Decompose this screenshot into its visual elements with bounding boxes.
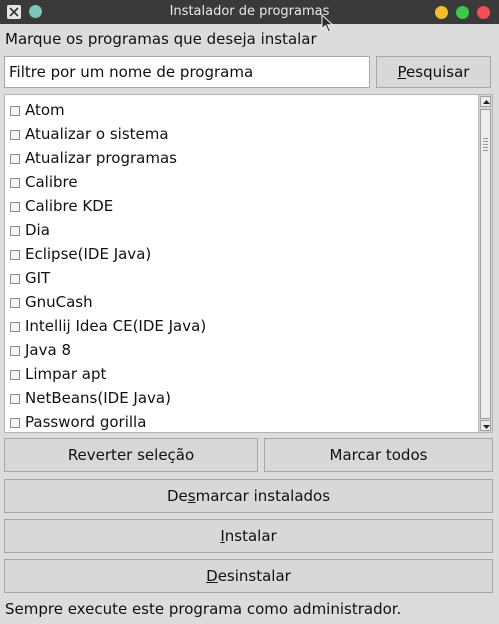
install-button[interactable]: Instalar [4, 519, 493, 553]
close-button[interactable] [477, 6, 490, 19]
program-checkbox[interactable] [10, 202, 20, 212]
program-label: Atualizar o sistema [25, 125, 169, 143]
minimize-button[interactable] [435, 6, 448, 19]
search-button-accel: P [397, 63, 407, 81]
revert-selection-button[interactable]: Reverter seleção [4, 438, 258, 472]
mark-all-button[interactable]: Marcar todos [264, 438, 493, 472]
program-list-item[interactable]: Intellij Idea CE(IDE Java) [5, 314, 477, 338]
program-list-item[interactable]: Calibre [5, 170, 477, 194]
program-label: Eclipse(IDE Java) [25, 245, 152, 263]
uninstall-button-accel: D [206, 567, 218, 585]
program-list-item[interactable]: Calibre KDE [5, 194, 477, 218]
programs-list[interactable]: Atom Atualizar o sistema Atualizar program… [4, 94, 493, 433]
uninstall-button-rest: esinstalar [217, 567, 291, 585]
scroll-grip-line [483, 144, 488, 145]
unmark-button-rest: marcar instalados [195, 487, 331, 505]
scroll-grip-line [483, 138, 488, 139]
program-label: NetBeans(IDE Java) [25, 389, 171, 407]
programs-list-items: Atom Atualizar o sistema Atualizar program… [5, 98, 477, 432]
program-list-item[interactable]: Limpar apt [5, 362, 477, 386]
program-checkbox[interactable] [10, 154, 20, 164]
program-checkbox[interactable] [10, 322, 20, 332]
scroll-thumb[interactable] [480, 109, 491, 419]
program-list-item[interactable]: Java 8 [5, 338, 477, 362]
program-label: Limpar apt [25, 365, 107, 383]
scroll-grip-line [483, 141, 488, 142]
install-button-rest: nstalar [224, 527, 277, 545]
program-list-item[interactable]: Atom [5, 98, 477, 122]
program-list-item[interactable]: NetBeans(IDE Java) [5, 386, 477, 410]
program-list-item[interactable]: Eclipse(IDE Java) [5, 242, 477, 266]
program-checkbox[interactable] [10, 250, 20, 260]
program-list-item[interactable]: Atualizar programas [5, 146, 477, 170]
program-label: Intellij Idea CE(IDE Java) [25, 317, 207, 335]
program-label: Dia [25, 221, 50, 239]
scroll-grip-line [483, 147, 488, 148]
program-list-item[interactable]: GnuCash [5, 290, 477, 314]
window-title: Instalador de programas [169, 4, 330, 19]
uninstall-button[interactable]: Desinstalar [4, 559, 493, 593]
program-checkbox[interactable] [10, 226, 20, 236]
unmark-installed-button[interactable]: Desmarcar instalados [4, 479, 493, 513]
program-label: GIT [25, 269, 51, 287]
program-label: Password gorilla [25, 413, 147, 431]
scroll-down-arrow-icon[interactable] [480, 420, 491, 431]
program-checkbox[interactable] [10, 274, 20, 284]
program-checkbox[interactable] [10, 106, 20, 116]
program-list-item[interactable]: Password gorilla [5, 410, 477, 432]
program-label: GnuCash [25, 293, 93, 311]
program-label: Atom [25, 101, 65, 119]
instructions-label: Marque os programas que deseja instalar [5, 30, 317, 48]
program-list-item[interactable]: GIT [5, 266, 477, 290]
scroll-up-arrow-icon[interactable] [480, 96, 491, 107]
unmark-button-accel: s [187, 487, 196, 505]
program-label: Calibre [25, 173, 78, 191]
program-label: Java 8 [25, 341, 71, 359]
program-list-item[interactable]: Atualizar o sistema [5, 122, 477, 146]
title-bar[interactable]: Instalador de programas [0, 0, 499, 24]
program-list-item[interactable]: Dia [5, 218, 477, 242]
program-checkbox[interactable] [10, 418, 20, 428]
program-checkbox[interactable] [10, 130, 20, 140]
maximize-button[interactable] [456, 6, 469, 19]
scroll-grip-line [483, 150, 488, 151]
unmark-button-prefix: De [166, 487, 188, 505]
program-checkbox[interactable] [10, 370, 20, 380]
program-checkbox[interactable] [10, 394, 20, 404]
admin-notice: Sempre execute este programa como admini… [5, 600, 402, 618]
program-checkbox[interactable] [10, 298, 20, 308]
program-label: Calibre KDE [25, 197, 114, 215]
filter-input[interactable] [4, 56, 370, 88]
program-checkbox[interactable] [10, 178, 20, 188]
list-scrollbar[interactable] [478, 95, 492, 432]
program-checkbox[interactable] [10, 346, 20, 356]
search-button[interactable]: Pesquisar [376, 56, 491, 88]
program-label: Atualizar programas [25, 149, 177, 167]
mouse-pointer-icon [321, 14, 334, 33]
search-button-rest: esquisar [406, 63, 470, 81]
